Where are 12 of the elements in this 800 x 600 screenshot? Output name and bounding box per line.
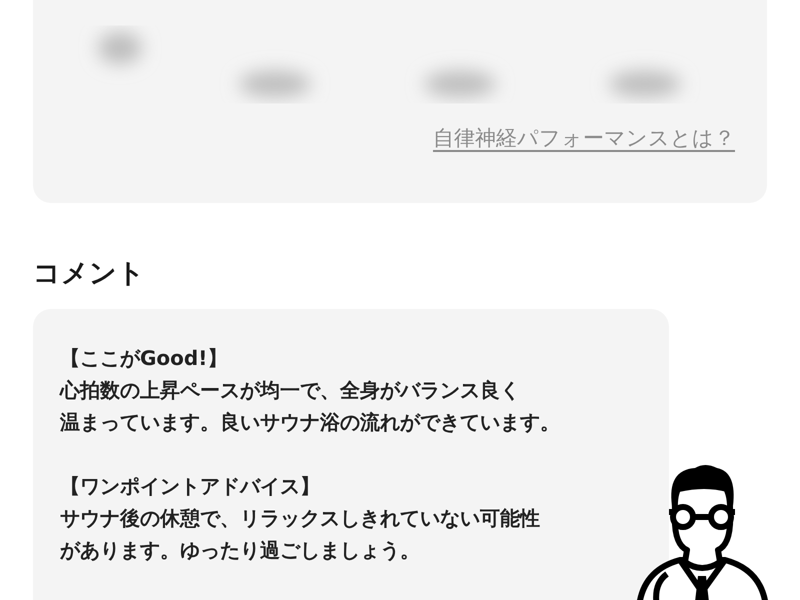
info-link[interactable]: 自律神経パフォーマンスとは？ xyxy=(433,124,735,152)
comment-text: があります。ゆったり過ごしましょう。 xyxy=(60,537,421,564)
blurred-spot xyxy=(424,71,496,97)
comment-text: 心拍数の上昇ペースが均一で、全身がバランス良く xyxy=(60,377,521,404)
blurred-spot xyxy=(609,71,681,97)
comment-heading: 【ワンポイントアドバイス】 xyxy=(60,473,321,500)
blurred-spot xyxy=(239,71,311,97)
comment-heading: 【ここがGood!】 xyxy=(60,345,228,372)
section-heading: コメント xyxy=(33,257,146,291)
blurred-spot xyxy=(98,32,142,64)
comment-text: 温まっています。良いサウナ浴の流れができています。 xyxy=(60,409,561,436)
comment-text: サウナ後の休憩で、リラックスしきれていない可能性 xyxy=(60,505,541,532)
